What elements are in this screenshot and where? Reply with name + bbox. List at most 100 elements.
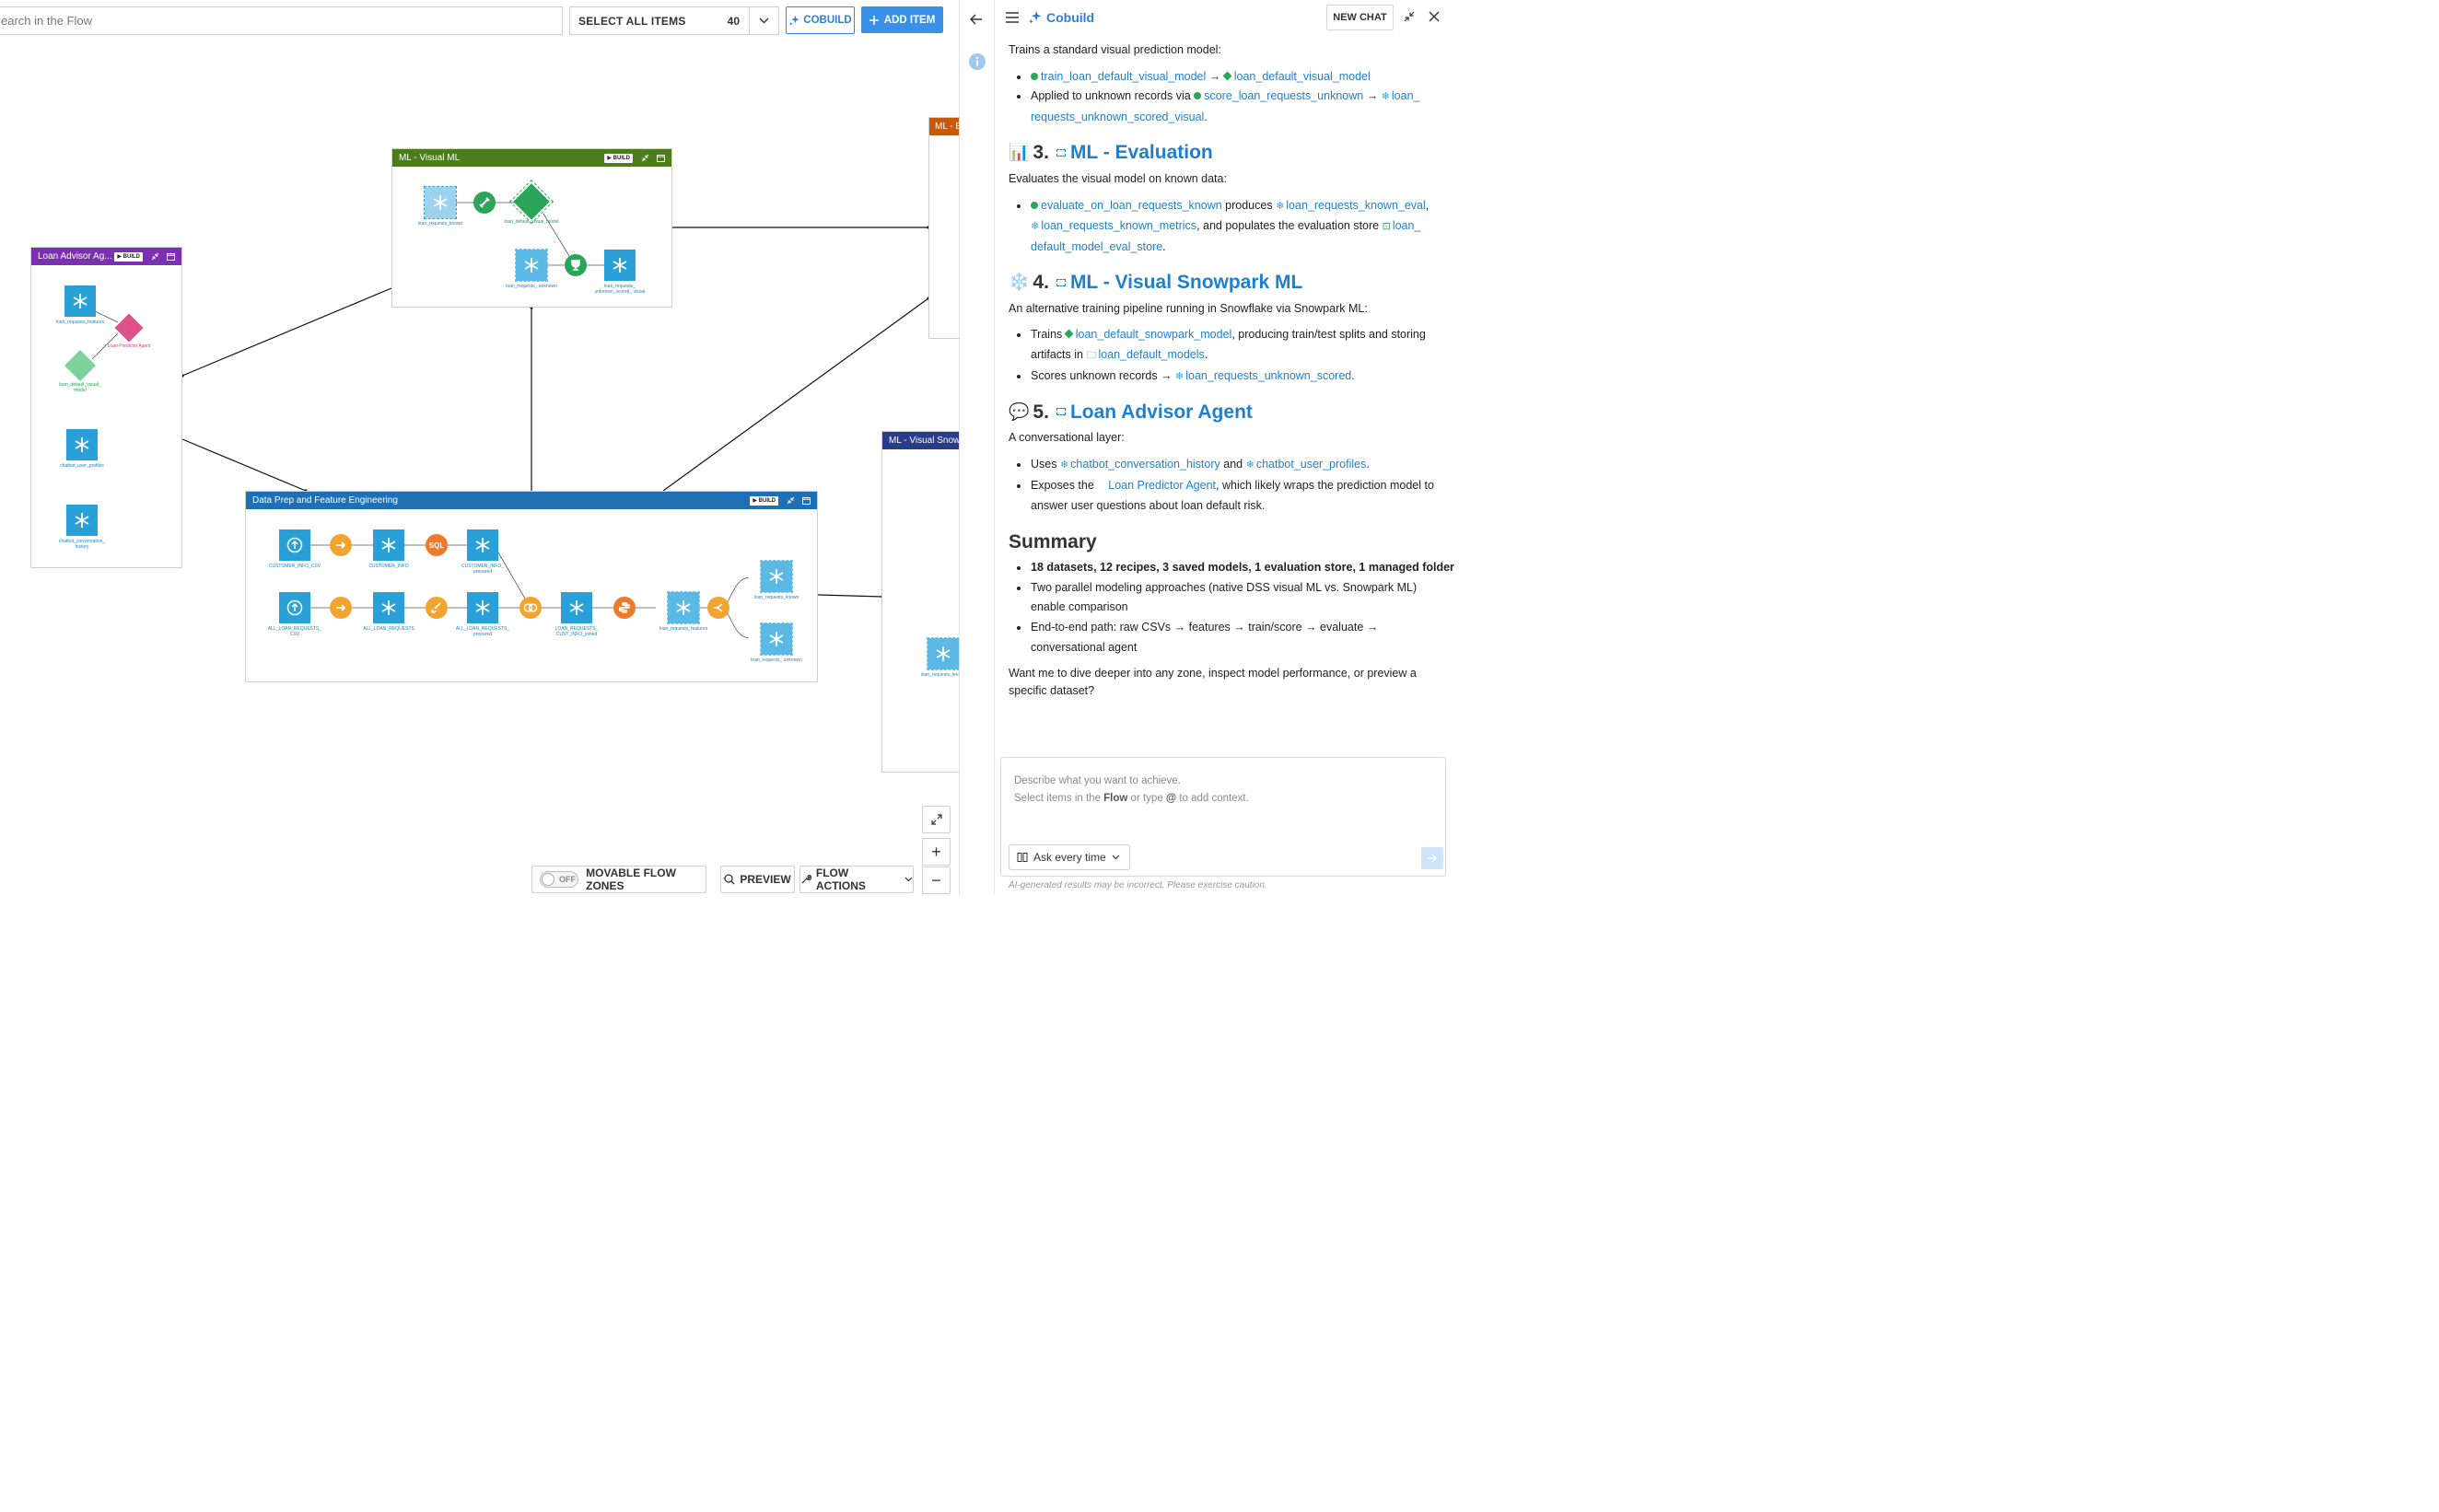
list-item: evaluate_on_loan_requests_known produces… bbox=[1009, 196, 1441, 258]
folder-link[interactable]: loan_default_models bbox=[1098, 348, 1204, 361]
dataset-link[interactable]: chatbot_conversation_history bbox=[1070, 458, 1220, 471]
list-text: Applied to unknown records via bbox=[1031, 89, 1195, 103]
placeholder-text: Select items in the bbox=[1014, 793, 1104, 804]
dataset-all-loan-requests-csv[interactable]: ALL_LOAN_REQUESTS_ CSV bbox=[267, 592, 322, 637]
train-recipe-link[interactable]: train_loan_default_visual_model bbox=[1041, 70, 1206, 83]
split-recipe-icon[interactable] bbox=[707, 597, 729, 619]
dataset-customer-info[interactable]: CUSTOMER_INFO bbox=[361, 529, 416, 569]
preview-label: PREVIEW bbox=[740, 873, 791, 886]
snowflake-icon: ❄ bbox=[1276, 200, 1285, 212]
movable-flow-zones-toggle[interactable]: OFF MOVABLE FLOW ZONES bbox=[531, 866, 706, 893]
list-item: End-to-end path: raw CSVs → features → t… bbox=[1009, 618, 1441, 657]
dataset-chatbot-user-profiles[interactable]: chatbot_user_profiles bbox=[54, 429, 110, 469]
arrow-left-icon[interactable] bbox=[970, 14, 983, 25]
wrench-icon bbox=[801, 874, 811, 884]
model-loan-default-visual[interactable]: loan_default_visual_ model bbox=[53, 350, 108, 393]
preview-button[interactable]: PREVIEW bbox=[720, 866, 795, 893]
node-label: chatbot_user_profiles bbox=[60, 463, 104, 469]
arrow-text: → bbox=[1363, 89, 1382, 103]
ai-disclaimer: AI-generated results may be incorrect. P… bbox=[1009, 880, 1267, 890]
dataset-link[interactable]: loan_requests_known_eval bbox=[1286, 199, 1426, 212]
dataset-loan-requests-unknown[interactable]: loan_requests_ unknown bbox=[504, 249, 559, 289]
saved-model-icon bbox=[508, 179, 554, 225]
book-icon bbox=[1017, 853, 1028, 862]
dataset-customer-info-csv[interactable]: CUSTOMER_INFO_CSV bbox=[267, 529, 322, 569]
dataset-loan-requests-cust-info-joined[interactable]: LOAN_REQUESTS_ CUST_INFO_joined bbox=[549, 592, 604, 637]
snowflake-dataset-icon bbox=[373, 529, 404, 561]
placeholder-text: to add context. bbox=[1176, 793, 1249, 804]
cobuild-chat-panel: Cobuild NEW CHAT Trains a standard visua… bbox=[960, 0, 1454, 895]
placeholder-flow: Flow bbox=[1103, 793, 1128, 804]
python-recipe-icon[interactable] bbox=[613, 597, 636, 619]
info-icon[interactable] bbox=[969, 53, 986, 70]
node-label: LOAN_REQUESTS_ CUST_INFO_joined bbox=[554, 626, 599, 637]
zone-link[interactable]: ML - Visual Snowpark ML bbox=[1070, 273, 1302, 293]
dataset-link[interactable]: loan_requests_known_metrics bbox=[1041, 219, 1196, 232]
snowflake-dataset-icon bbox=[604, 250, 636, 281]
score-recipe-link[interactable]: score_loan_requests_unknown bbox=[1204, 89, 1363, 102]
ask-mode-dropdown[interactable]: Ask every time bbox=[1009, 844, 1130, 870]
zoom-in-button[interactable]: + bbox=[922, 838, 951, 866]
list-text: produces bbox=[1221, 198, 1277, 212]
dataset-all-loan-requests[interactable]: ALL_LOAN_REQUESTS bbox=[361, 592, 416, 632]
snowflake-dataset-icon bbox=[66, 429, 98, 460]
zone-link[interactable]: Loan Advisor Agent bbox=[1070, 401, 1253, 423]
zone-link[interactable]: ML - Evaluation bbox=[1070, 143, 1213, 163]
dataset-link[interactable]: loan_requests_unknown_scored bbox=[1185, 369, 1351, 382]
snowflake-dataset-icon bbox=[515, 249, 548, 282]
zone-edges bbox=[91, 202, 750, 639]
dataset-loan-requests-features[interactable]: loan_requests_features bbox=[53, 285, 108, 325]
send-button[interactable] bbox=[1421, 847, 1443, 869]
node-label: loan_requests_ unknown bbox=[506, 284, 557, 289]
visual-ml-list: train_loan_default_visual_model → loan_d… bbox=[1009, 67, 1441, 128]
menu-icon[interactable] bbox=[1006, 12, 1019, 23]
list-item: 18 datasets, 12 recipes, 3 saved models,… bbox=[1009, 558, 1454, 578]
snowflake-dataset-icon bbox=[64, 285, 96, 317]
chevron-down-icon bbox=[904, 877, 913, 882]
snowflake-icon: ❄ bbox=[1381, 91, 1390, 103]
chat-header: Cobuild NEW CHAT bbox=[995, 0, 1444, 35]
sync-recipe-icon[interactable] bbox=[330, 597, 352, 619]
section-desc: Evaluates the visual model on known data… bbox=[1009, 171, 1227, 185]
agent-link[interactable]: Loan Predictor Agent bbox=[1108, 479, 1216, 492]
fit-view-button[interactable] bbox=[922, 806, 951, 833]
list-item: Exposes the Loan Predictor Agent, which … bbox=[1009, 476, 1441, 516]
model-link[interactable]: loan_default_snowpark_model bbox=[1076, 328, 1232, 341]
dataset-loan-requests-known[interactable]: loan_requests_known bbox=[916, 637, 959, 678]
dataset-chatbot-conversation-history[interactable]: chatbot_conversation_ history bbox=[54, 505, 110, 550]
train-recipe-icon[interactable] bbox=[473, 192, 496, 214]
toggle-switch[interactable]: OFF bbox=[540, 871, 579, 888]
score-recipe-icon[interactable] bbox=[565, 254, 587, 276]
flow-actions-button[interactable]: FLOW ACTIONS bbox=[799, 866, 914, 893]
prepare-recipe-icon[interactable] bbox=[426, 597, 448, 619]
dataset-link[interactable]: chatbot_user_profiles bbox=[1256, 458, 1367, 471]
section-heading-evaluation: 📊 3. ML - Evaluation bbox=[1009, 139, 1441, 167]
dataset-loan-requests-unknown-scored-visual[interactable]: loan_requests_ unknown_scored_ visual bbox=[592, 250, 648, 295]
join-recipe-icon[interactable] bbox=[519, 597, 542, 619]
zoom-out-button[interactable]: − bbox=[922, 866, 951, 894]
snowflake-icon: ❄ bbox=[1059, 459, 1069, 471]
new-chat-button[interactable]: NEW CHAT bbox=[1326, 5, 1394, 30]
dataset-loan-requests-known[interactable]: loan_requests_known bbox=[413, 186, 468, 227]
close-icon[interactable] bbox=[1429, 11, 1440, 22]
flow-actions-label: FLOW ACTIONS bbox=[815, 866, 866, 892]
list-text: , and populates the evaluation store bbox=[1196, 219, 1383, 233]
sync-recipe-icon[interactable] bbox=[330, 534, 352, 556]
minimize-icon[interactable] bbox=[1404, 11, 1415, 22]
model-loan-default-visual[interactable]: loan_default_visual_model bbox=[504, 179, 559, 225]
chat-panel: Cobuild NEW CHAT Trains a standard visua… bbox=[995, 0, 1454, 895]
chat-input[interactable]: Describe what you want to achieve. Selec… bbox=[1000, 757, 1446, 877]
model-link[interactable]: loan_default_visual_model bbox=[1234, 70, 1371, 83]
dataset-loan-requests-features[interactable]: loan_requests_features bbox=[656, 591, 711, 632]
list-item: Uses ❄ chatbot_conversation_history and ❄… bbox=[1009, 455, 1441, 476]
agent-loan-predictor[interactable]: Loan Predictor Agent bbox=[101, 313, 157, 349]
dataset-all-loan-requests-prepared[interactable]: ALL_LOAN_REQUESTS_ prepared bbox=[455, 592, 510, 637]
node-label: loan_default_visual_model bbox=[504, 219, 559, 225]
dataset-loan-requests-known[interactable]: loan_requests_known bbox=[749, 560, 804, 600]
dataset-loan-requests-unknown[interactable]: loan_requests_ unknown bbox=[749, 622, 804, 663]
zone-icon bbox=[1056, 278, 1066, 286]
evaluate-recipe-link[interactable]: evaluate_on_loan_requests_known bbox=[1041, 199, 1222, 212]
dataset-customer-info-prepared[interactable]: CUSTOMER_INFO_ prepared bbox=[455, 529, 510, 575]
sql-recipe-icon[interactable]: SQL bbox=[426, 534, 448, 556]
flow-canvas[interactable]: earch in the Flow SELECT ALL ITEMS 40 CO… bbox=[0, 0, 960, 895]
